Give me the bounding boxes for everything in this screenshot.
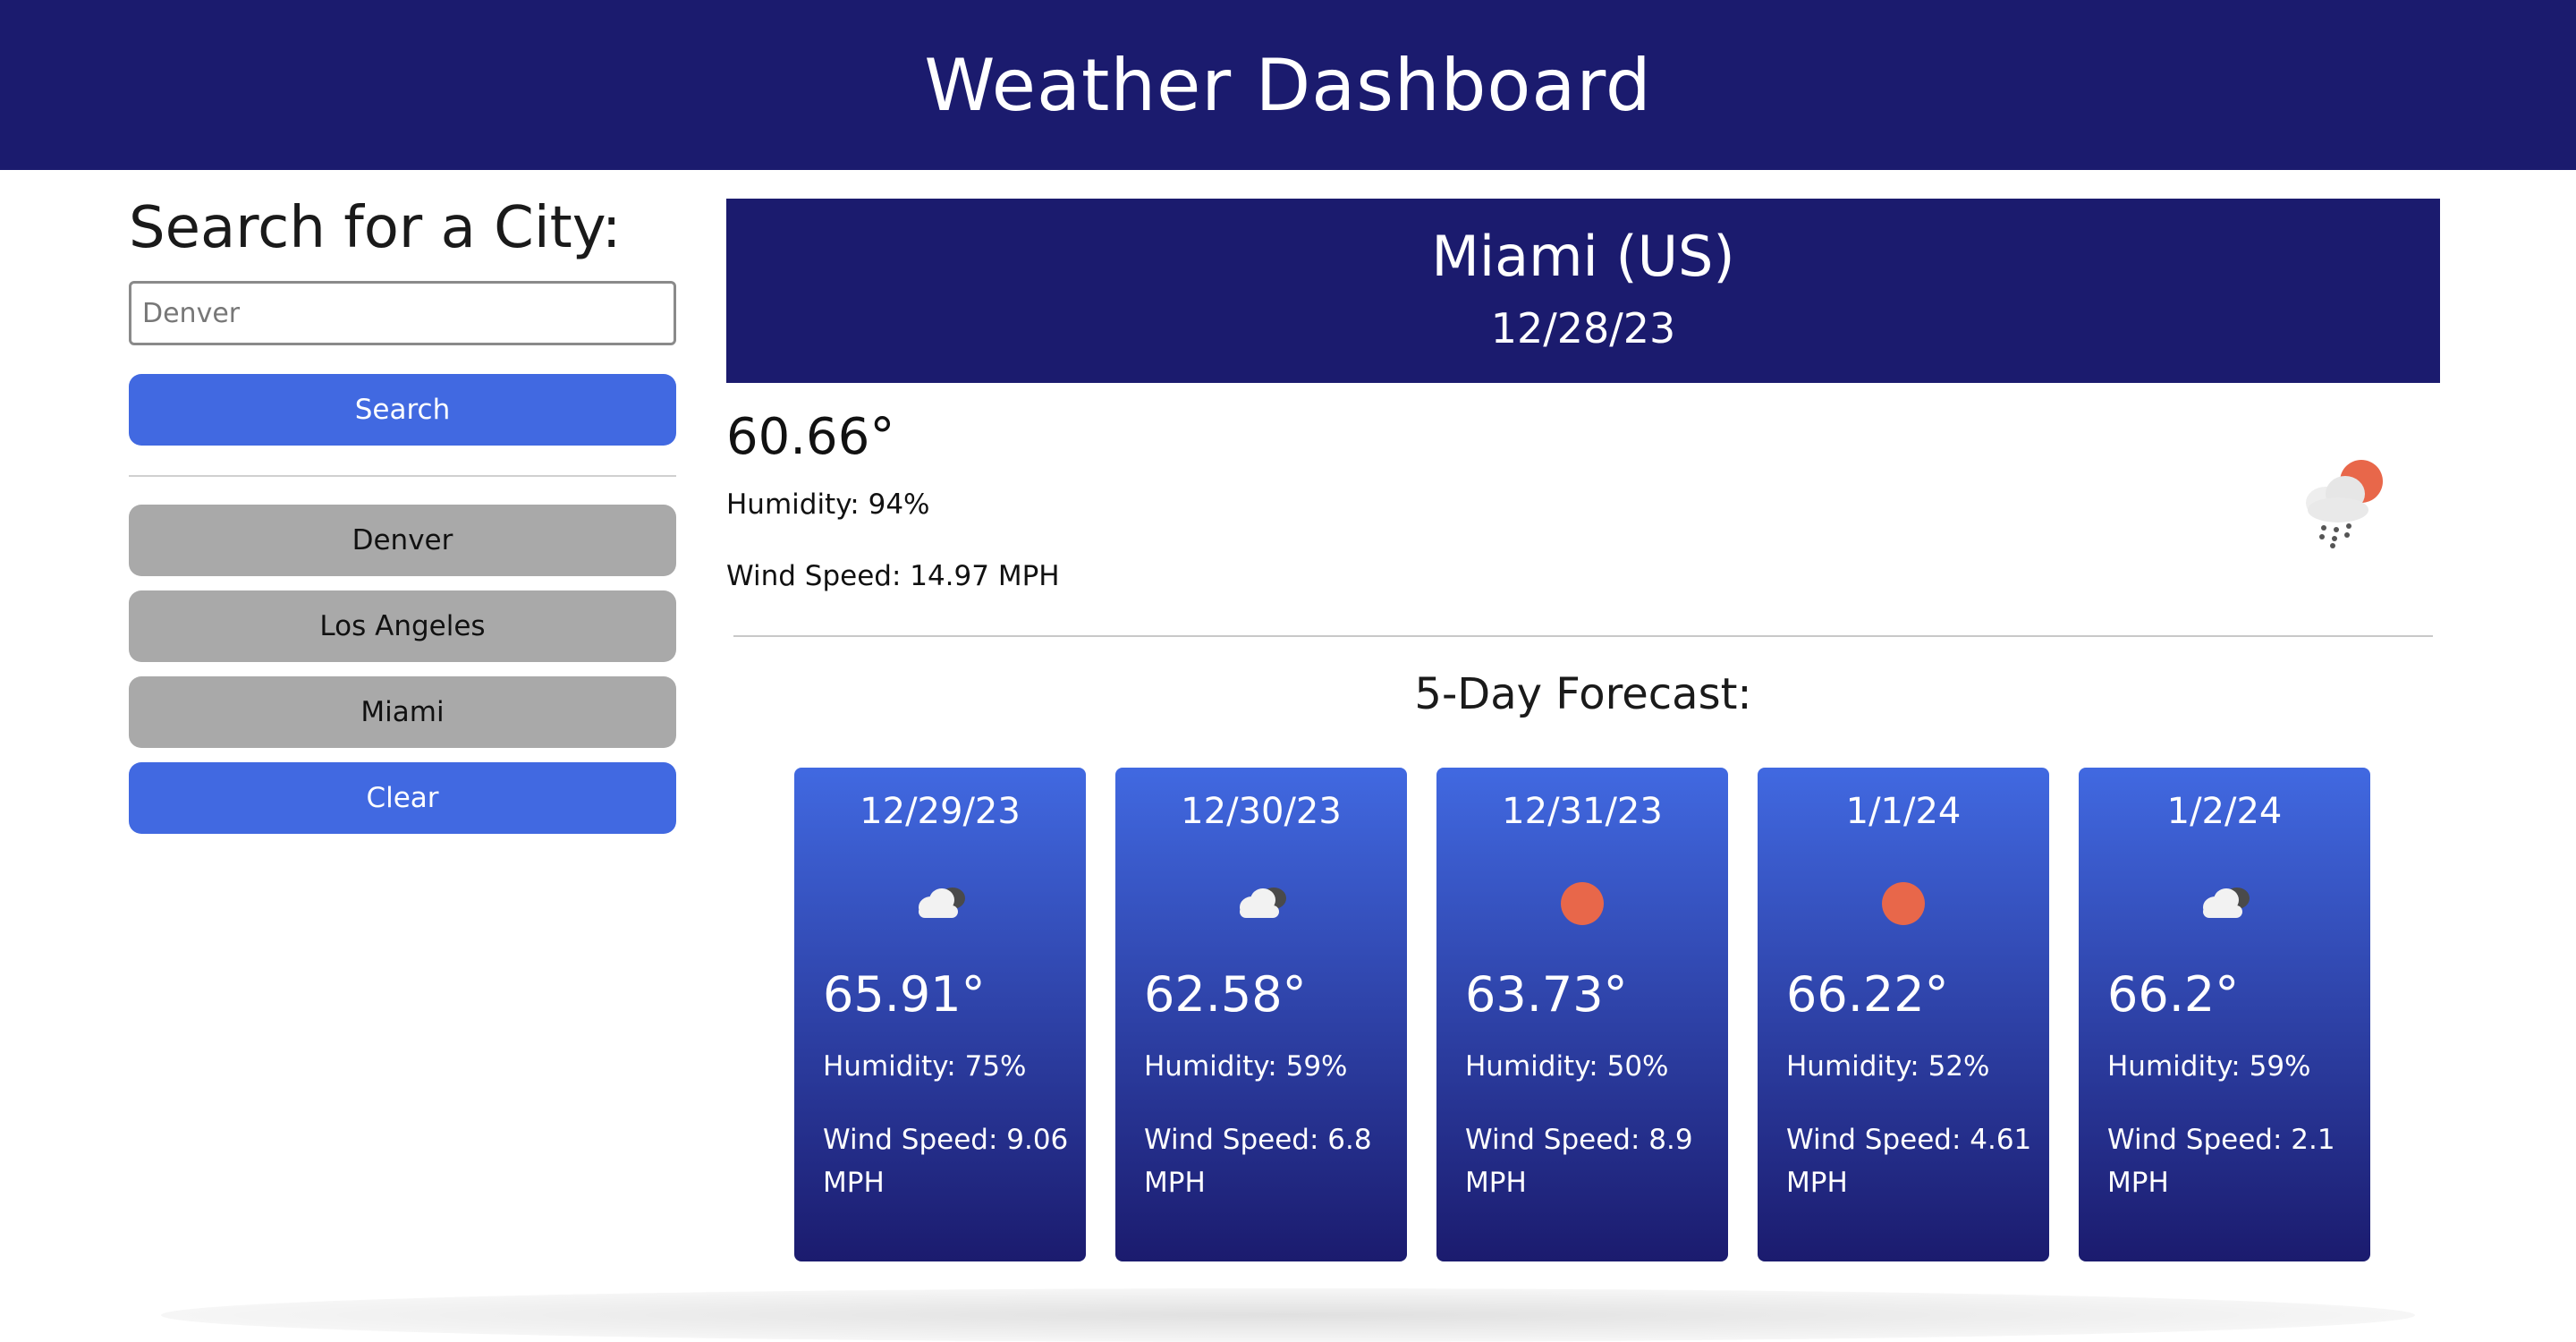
forecast-wind-speed: Wind Speed: 8.9 MPH (1465, 1124, 1693, 1199)
forecast-temperature: 66.2° (2107, 966, 2240, 1023)
history-button-miami[interactable]: Miami (129, 676, 676, 748)
history-button-denver[interactable]: Denver (129, 505, 676, 576)
sidebar-divider (129, 475, 676, 477)
forecast-temperature: 63.73° (1465, 966, 1628, 1023)
history-button-los-angeles[interactable]: Los Angeles (129, 590, 676, 662)
cloud-icon (1240, 888, 1286, 918)
forecast-date: 12/30/23 (1181, 791, 1342, 832)
app-header: Weather Dashboard (0, 0, 2576, 170)
forecast-humidity: Humidity: 59% (2107, 1050, 2311, 1083)
current-humidity: Humidity: 94% (726, 488, 930, 521)
forecast-card: 12/29/23 65.91° Humidity: 75% Wind Speed… (794, 768, 1086, 1261)
forecast-temperature: 65.91° (823, 966, 986, 1023)
clear-button[interactable]: Clear (129, 762, 676, 834)
forecast-title: 5-Day Forecast: (1414, 669, 1752, 719)
forecast-wind-speed: Wind Speed: 4.61 MPH (1786, 1124, 2032, 1199)
forecast-wind-speed: Wind Speed: 2.1 MPH (2107, 1124, 2335, 1199)
app-title: Weather Dashboard (924, 43, 1652, 127)
forecast-date: 1/1/24 (1845, 791, 1962, 832)
forecast-temperature: 66.22° (1786, 966, 1949, 1023)
city-search-input[interactable] (129, 281, 676, 345)
sun-icon (1882, 882, 1925, 925)
forecast-humidity: Humidity: 52% (1786, 1050, 1990, 1083)
footer-shadow (161, 1288, 2415, 1342)
search-title: Search for a City: (129, 195, 622, 261)
sun-icon (1561, 882, 1604, 925)
forecast-wind-speed: Wind Speed: 9.06 MPH (823, 1124, 1069, 1199)
main-divider (733, 635, 2433, 637)
rain-cloud-sun-icon (2306, 460, 2383, 548)
forecast-humidity: Humidity: 75% (823, 1050, 1027, 1083)
city-banner: Miami (US) 12/28/23 (726, 199, 2440, 383)
cloud-icon (2203, 888, 2250, 918)
forecast-wind-speed: Wind Speed: 6.8 MPH (1144, 1124, 1372, 1199)
forecast-humidity: Humidity: 59% (1144, 1050, 1348, 1083)
forecast-card: 12/31/23 63.73° Humidity: 50% Wind Speed… (1436, 768, 1728, 1261)
forecast-date: 12/29/23 (860, 791, 1021, 832)
current-temperature: 60.66° (726, 408, 895, 466)
city-name: Miami (US) (1431, 224, 1735, 289)
forecast-card: 1/1/24 66.22° Humidity: 52% Wind Speed: … (1758, 768, 2049, 1261)
forecast-card: 1/2/24 66.2° Humidity: 59% Wind Speed: 2… (2079, 768, 2370, 1261)
current-wind-speed: Wind Speed: 14.97 MPH (726, 560, 1060, 592)
current-date: 12/28/23 (1490, 304, 1676, 352)
search-button[interactable]: Search (129, 374, 676, 446)
forecast-date: 1/2/24 (2166, 791, 2283, 832)
forecast-card: 12/30/23 62.58° Humidity: 59% Wind Speed… (1115, 768, 1407, 1261)
forecast-row: 12/29/23 65.91° Humidity: 75% Wind Speed… (794, 768, 2372, 1261)
cloud-icon (919, 888, 965, 918)
forecast-humidity: Humidity: 50% (1465, 1050, 1669, 1083)
forecast-date: 12/31/23 (1502, 791, 1663, 832)
forecast-temperature: 62.58° (1144, 966, 1307, 1023)
